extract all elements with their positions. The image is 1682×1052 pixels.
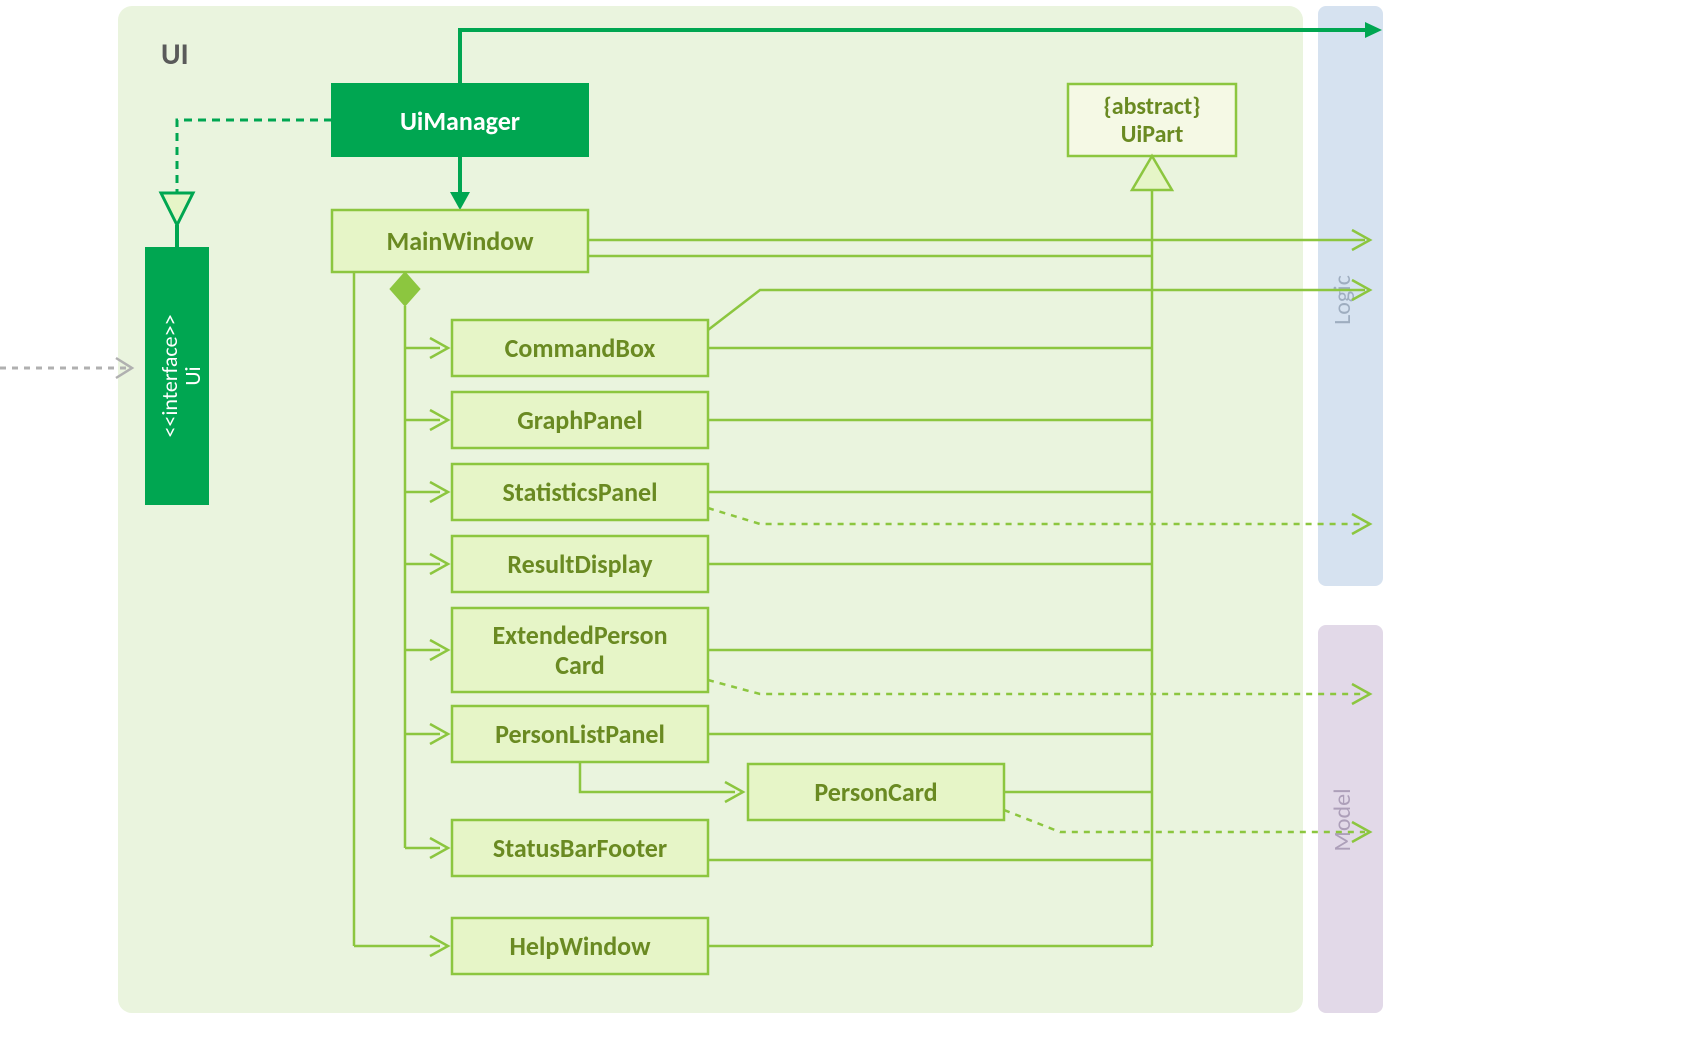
commandbox-label: CommandBox <box>505 332 656 364</box>
statisticspanel-label: StatisticsPanel <box>502 476 657 508</box>
uipart-stereotype: {abstract} <box>1104 92 1201 121</box>
extendedpersoncard-label2: Card <box>555 649 604 681</box>
extendedpersoncard-label1: ExtendedPerson <box>492 619 667 651</box>
resultdisplay-label: ResultDisplay <box>507 548 653 580</box>
statusbarfooter-label: StatusBarFooter <box>493 832 667 864</box>
graphpanel-label: GraphPanel <box>517 404 643 436</box>
uimanager-label: UiManager <box>400 105 520 137</box>
personcard-label: PersonCard <box>814 776 937 808</box>
personlistpanel-label: PersonListPanel <box>495 718 665 750</box>
uipart-name: UiPart <box>1121 120 1184 149</box>
ui-name: Ui <box>179 366 206 385</box>
mainwindow-label: MainWindow <box>386 225 534 257</box>
helpwindow-label: HelpWindow <box>510 930 652 962</box>
package-label: UI <box>161 36 189 73</box>
